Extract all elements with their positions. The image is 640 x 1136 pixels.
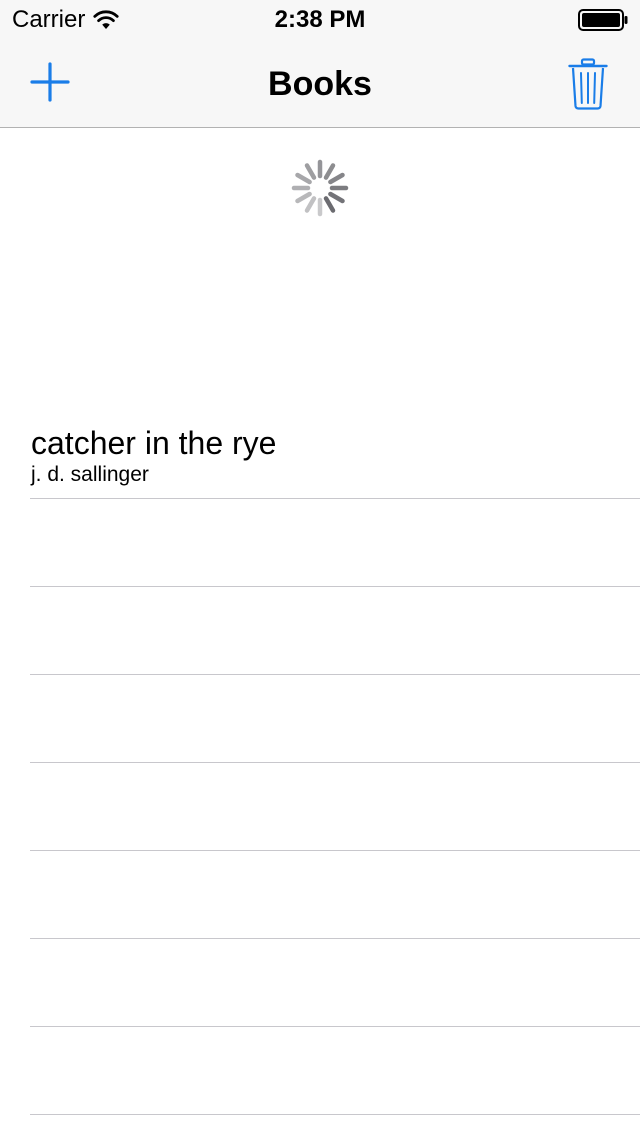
- activity-spinner-icon: [291, 159, 349, 217]
- top-chrome: Carrier 2:38 PM Books: [0, 0, 640, 128]
- book-title: catcher in the rye: [31, 425, 277, 461]
- add-book-button[interactable]: [22, 54, 78, 110]
- table-row[interactable]: [0, 1027, 640, 1115]
- table-row[interactable]: [0, 939, 640, 1027]
- spinner-spoke: [323, 196, 336, 213]
- table-row[interactable]: catcher in the rye j. d. sallinger: [0, 411, 640, 499]
- plus-icon: [30, 62, 70, 102]
- table-row[interactable]: [0, 675, 640, 763]
- spinner-spoke: [304, 196, 317, 213]
- battery-icon: [578, 9, 628, 31]
- status-time: 2:38 PM: [274, 6, 366, 33]
- delete-button[interactable]: [560, 52, 616, 116]
- table-row[interactable]: [0, 499, 640, 587]
- status-bar: Carrier 2:38 PM: [0, 0, 640, 40]
- table-row[interactable]: [0, 763, 640, 851]
- trash-icon: [568, 58, 608, 110]
- navigation-bar: Books: [0, 40, 640, 128]
- book-author: j. d. sallinger: [31, 463, 149, 486]
- spinner-spoke: [328, 172, 345, 185]
- spinner-spoke: [295, 191, 312, 204]
- page-title: Books: [268, 65, 372, 103]
- table-row[interactable]: [0, 851, 640, 939]
- spinner-spoke: [328, 191, 345, 204]
- spinner-spoke: [295, 172, 312, 185]
- spinner-spoke: [304, 163, 317, 180]
- books-table: catcher in the rye j. d. sallinger: [0, 411, 640, 1115]
- table-row[interactable]: [0, 587, 640, 675]
- spinner-spoke: [323, 163, 336, 180]
